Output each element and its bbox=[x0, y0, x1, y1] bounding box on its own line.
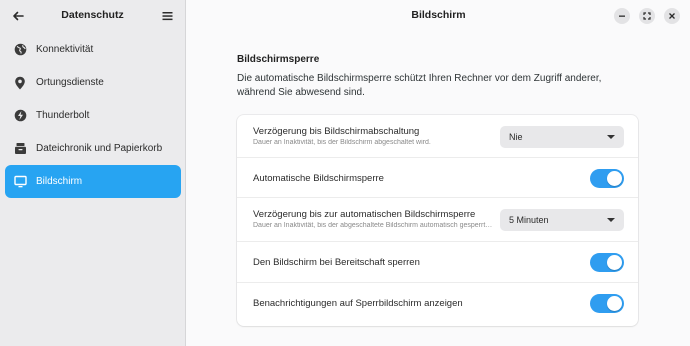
maximize-icon bbox=[643, 12, 651, 20]
lock-notifications-switch[interactable] bbox=[590, 294, 624, 313]
lock-notifications-row: Benachrichtigungen auf Sperrbildschirm a… bbox=[237, 283, 638, 326]
file-cabinet-icon bbox=[13, 142, 27, 156]
thunderbolt-icon bbox=[13, 109, 27, 123]
close-button[interactable] bbox=[664, 8, 680, 24]
monitor-icon bbox=[13, 175, 27, 189]
sidebar: Datenschutz Konnektivität Ortungsdienste… bbox=[0, 0, 186, 346]
auto-lock-title: Automatische Bildschirmsperre bbox=[253, 173, 384, 184]
lock-notifications-title: Benachrichtigungen auf Sperrbildschirm a… bbox=[253, 298, 463, 309]
settings-card: Verzögerung bis Bildschirmabschaltung Da… bbox=[237, 115, 638, 326]
sidebar-item-label: Ortungsdienste bbox=[36, 77, 104, 88]
sidebar-item-konnektivitaet[interactable]: Konnektivität bbox=[5, 33, 181, 66]
switch-knob bbox=[607, 255, 622, 270]
main-panel: Bildschirm Bildschirmsperre Die automati… bbox=[187, 0, 690, 346]
blank-delay-value: Nie bbox=[509, 132, 523, 142]
sidebar-item-label: Thunderbolt bbox=[36, 110, 90, 121]
lock-on-suspend-title: Den Bildschirm bei Bereitschaft sperren bbox=[253, 257, 420, 268]
auto-lock-row: Automatische Bildschirmsperre bbox=[237, 158, 638, 198]
lock-on-suspend-switch[interactable] bbox=[590, 253, 624, 272]
sidebar-item-bildschirm[interactable]: Bildschirm bbox=[5, 165, 181, 198]
sidebar-item-dateichronik[interactable]: Dateichronik und Papierkorb bbox=[5, 132, 181, 165]
maximize-button[interactable] bbox=[639, 8, 655, 24]
dropdown-caret-icon bbox=[607, 135, 615, 139]
minimize-icon bbox=[619, 15, 625, 17]
blank-delay-title: Verzögerung bis Bildschirmabschaltung bbox=[253, 126, 420, 137]
blank-delay-subtitle: Dauer an Inaktivität, bis der Bildschirm… bbox=[253, 139, 431, 146]
auto-lock-switch[interactable] bbox=[590, 169, 624, 188]
blank-delay-row: Verzögerung bis Bildschirmabschaltung Da… bbox=[237, 115, 638, 158]
sidebar-item-label: Bildschirm bbox=[36, 176, 83, 187]
hamburger-menu-icon bbox=[162, 12, 172, 21]
blank-delay-dropdown[interactable]: Nie bbox=[500, 126, 624, 148]
dropdown-caret-icon bbox=[607, 218, 615, 222]
sidebar-item-label: Konnektivität bbox=[36, 44, 94, 55]
switch-knob bbox=[607, 296, 622, 311]
lock-delay-row: Verzögerung bis zur automatischen Bildsc… bbox=[237, 198, 638, 242]
close-icon bbox=[669, 13, 675, 19]
main-header: Bildschirm bbox=[187, 0, 690, 32]
switch-knob bbox=[607, 171, 622, 186]
location-pin-icon bbox=[13, 76, 27, 90]
settings-window: Datenschutz Konnektivität Ortungsdienste… bbox=[0, 0, 690, 346]
sidebar-item-thunderbolt[interactable]: Thunderbolt bbox=[5, 99, 181, 132]
lock-delay-subtitle: Dauer an Inaktivität, bis der abgeschalt… bbox=[253, 222, 493, 229]
sidebar-item-label: Dateichronik und Papierkorb bbox=[36, 143, 163, 154]
globe-icon bbox=[13, 43, 27, 57]
menu-button[interactable] bbox=[158, 7, 176, 25]
sidebar-list: Konnektivität Ortungsdienste Thunderbolt… bbox=[0, 32, 186, 198]
sidebar-header: Datenschutz bbox=[0, 0, 185, 32]
lock-on-suspend-row: Den Bildschirm bei Bereitschaft sperren bbox=[237, 242, 638, 283]
lock-delay-title: Verzögerung bis zur automatischen Bildsc… bbox=[253, 209, 476, 220]
section-description: Die automatische Bildschirmsperre schütz… bbox=[237, 73, 602, 98]
section-title: Bildschirmsperre bbox=[237, 54, 320, 65]
lock-delay-value: 5 Minuten bbox=[509, 215, 549, 225]
sidebar-item-ortungsdienste[interactable]: Ortungsdienste bbox=[5, 66, 181, 99]
lock-delay-dropdown[interactable]: 5 Minuten bbox=[500, 209, 624, 231]
minimize-button[interactable] bbox=[614, 8, 630, 24]
